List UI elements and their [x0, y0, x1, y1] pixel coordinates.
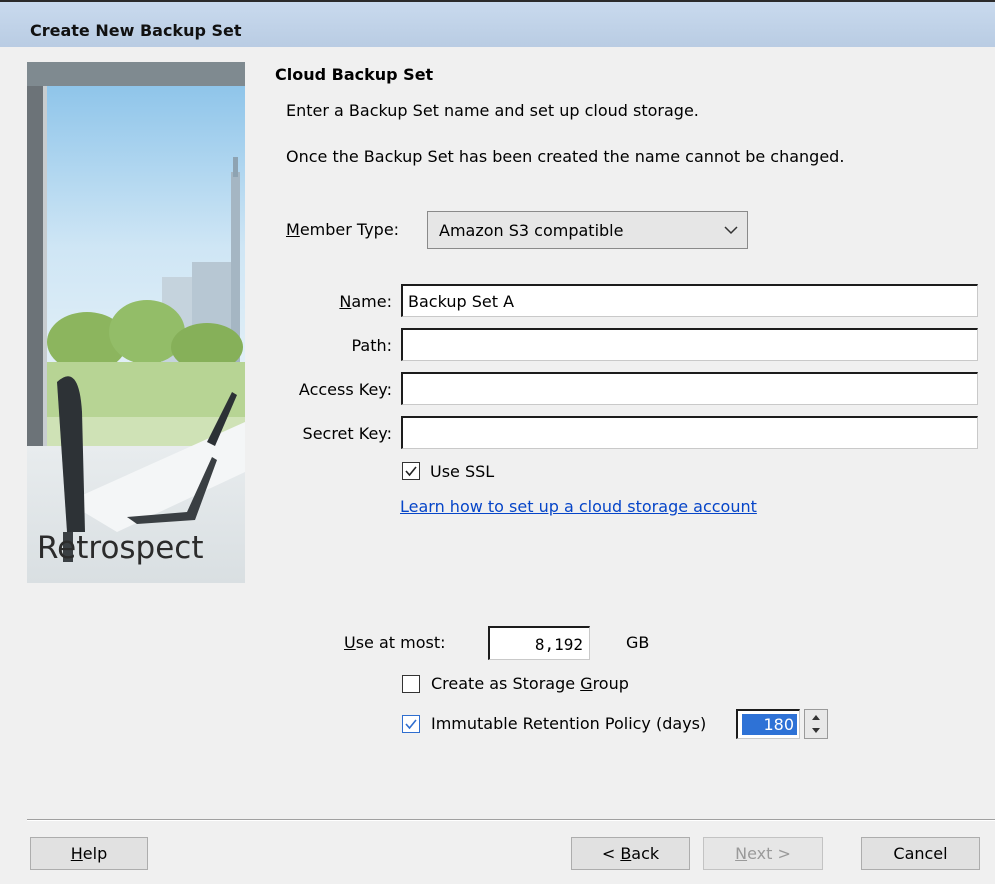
storage-group-label[interactable]: Create as Storage Group	[431, 674, 629, 693]
help-button-text: elp	[82, 844, 108, 863]
retention-days-value: 180	[742, 714, 797, 735]
name-warning-text: Once the Backup Set has been created the…	[286, 147, 845, 166]
member-type-dropdown[interactable]: Amazon S3 compatible	[427, 211, 748, 249]
name-label: Name:	[339, 292, 392, 311]
name-input[interactable]: Backup Set A	[401, 284, 978, 317]
checkmark-icon	[405, 466, 417, 477]
use-at-most-mnemonic: U	[344, 633, 356, 652]
back-button-text: ack	[631, 844, 660, 863]
window-title-bar: Create New Backup Set	[0, 0, 995, 47]
help-mnemonic: H	[70, 844, 83, 863]
back-button[interactable]: < Back	[571, 837, 690, 870]
capacity-unit: GB	[626, 633, 650, 652]
window-title: Create New Backup Set	[30, 21, 242, 40]
storage-group-label-post: roup	[592, 674, 629, 693]
office-window-illustration	[27, 62, 245, 583]
cloud-storage-help-link[interactable]: Learn how to set up a cloud storage acco…	[400, 497, 757, 516]
retention-spinner[interactable]	[804, 709, 828, 739]
section-heading: Cloud Backup Set	[275, 65, 434, 84]
path-input[interactable]	[401, 328, 978, 361]
member-type-mnemonic: M	[286, 220, 300, 239]
use-at-most-label: Use at most:	[344, 633, 446, 652]
capacity-value: 8,192	[534, 635, 583, 654]
chevron-down-icon	[724, 226, 738, 235]
secret-key-input[interactable]	[401, 416, 978, 449]
sidebar-illustration: Retrospect	[27, 62, 245, 583]
storage-group-mnemonic: G	[580, 674, 593, 693]
checkmark-icon	[405, 719, 417, 730]
footer-divider	[27, 819, 995, 821]
name-input-value: Backup Set A	[408, 292, 515, 311]
member-type-selected: Amazon S3 compatible	[439, 221, 624, 240]
use-ssl-label[interactable]: Use SSL	[430, 462, 494, 481]
capacity-input[interactable]: 8,192	[488, 626, 590, 660]
back-button-prefix: <	[601, 844, 621, 863]
help-button[interactable]: Help	[30, 837, 148, 870]
next-button-text: ext >	[747, 844, 791, 863]
path-label: Path:	[351, 336, 392, 355]
access-key-label: Access Key:	[298, 380, 392, 399]
intro-text: Enter a Backup Set name and set up cloud…	[286, 101, 699, 120]
name-mnemonic: N	[339, 292, 352, 311]
member-type-label-text: ember Type:	[299, 220, 400, 239]
retention-checkbox[interactable]	[402, 715, 420, 733]
spin-down-icon[interactable]	[805, 724, 827, 738]
retention-days-input[interactable]: 180	[736, 709, 800, 739]
name-label-text: ame:	[351, 292, 392, 311]
member-type-label: Member Type:	[286, 220, 399, 239]
next-button[interactable]: Next >	[703, 837, 823, 870]
access-key-input[interactable]	[401, 372, 978, 405]
back-mnemonic: B	[620, 844, 632, 863]
storage-group-label-pre: Create as Storage	[431, 674, 581, 693]
storage-group-checkbox[interactable]	[402, 675, 420, 693]
use-ssl-checkbox[interactable]	[402, 462, 420, 480]
retention-label[interactable]: Immutable Retention Policy (days)	[431, 714, 706, 733]
spin-up-icon[interactable]	[805, 710, 827, 724]
secret-key-label: Secret Key:	[302, 424, 392, 443]
use-at-most-label-text: se at most:	[355, 633, 446, 652]
next-mnemonic: N	[735, 844, 748, 863]
retrospect-logo: Retrospect	[37, 530, 204, 566]
cancel-button[interactable]: Cancel	[861, 837, 980, 870]
